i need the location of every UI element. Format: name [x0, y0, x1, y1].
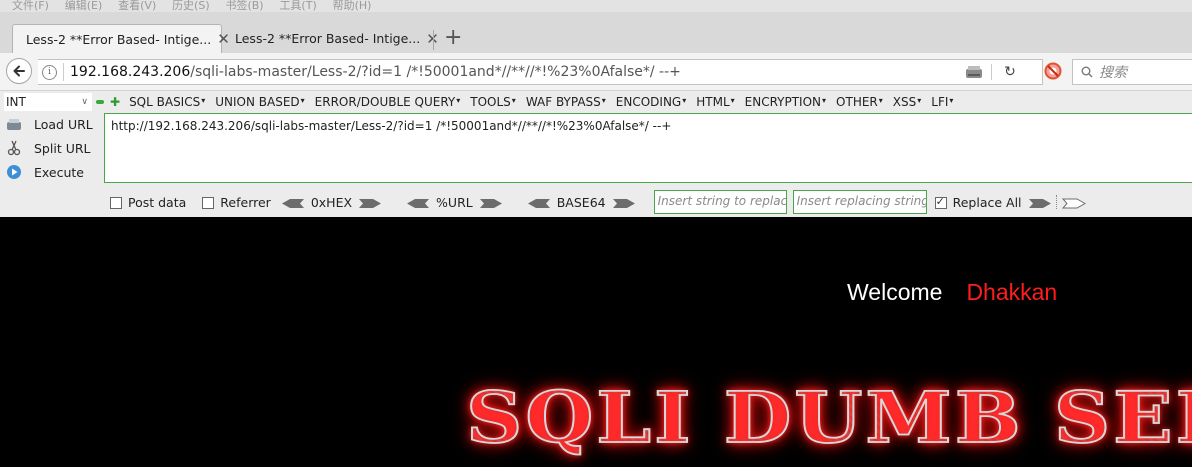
insert-string-input[interactable]: Insert string to replace: [653, 190, 787, 214]
page-action-icon[interactable]: [965, 64, 983, 80]
referrer-checkbox[interactable]: [202, 197, 215, 209]
load-url-label: Load URL: [34, 116, 93, 132]
menu-waf-bypass[interactable]: WAF BYPASS▾: [526, 95, 606, 109]
search-input[interactable]: 搜索: [1072, 59, 1192, 85]
search-placeholder: 搜索: [1099, 65, 1127, 81]
menu-lfi[interactable]: LFI▾: [931, 95, 953, 109]
hex-label: 0xHEX: [310, 194, 353, 210]
post-data-checkbox[interactable]: [110, 197, 122, 209]
url-textarea[interactable]: http://192.168.243.206/sqli-labs-master/…: [104, 113, 1192, 183]
replace-arrow-outline-icon[interactable]: [1061, 198, 1086, 209]
menu-tools[interactable]: TOOLS▾: [470, 95, 516, 109]
menu-bar: 文件(F) 编辑(E) 查看(V) 历史(S) 书签(B) 工具(T) 帮助(H…: [0, 0, 1192, 12]
new-tab-plus-icon[interactable]: +: [444, 26, 462, 50]
reload-icon[interactable]: ↻: [1000, 62, 1020, 82]
tab-inactive[interactable]: Less-2 **Error Based- Intige... ✕: [222, 24, 439, 53]
menu-tools[interactable]: 工具(T): [279, 0, 316, 11]
replace-arrow-icon[interactable]: [1028, 198, 1052, 209]
menu-history[interactable]: 历史(S): [172, 0, 210, 11]
chevron-down-icon: ∨: [81, 97, 88, 107]
page-content: Welcome Dhakkan SQLI DUMB SERIES: [0, 217, 1192, 467]
menu-sql-basics[interactable]: SQL BASICS▾: [129, 95, 205, 109]
tab-active[interactable]: Less-2 **Error Based- Intige... ✕: [12, 24, 230, 53]
load-url-button[interactable]: Load URL: [6, 113, 93, 135]
divider: [991, 64, 992, 80]
back-button[interactable]: [6, 58, 32, 84]
tab-strip: Less-2 **Error Based- Intige... ✕ Less-2…: [0, 12, 1192, 53]
address-tools: ↻: [965, 61, 1035, 83]
divider: [1055, 195, 1058, 209]
menu-xss[interactable]: XSS▾: [893, 95, 921, 109]
insert-replacing-input[interactable]: Insert replacing string: [792, 190, 927, 214]
arrow-left-icon: [13, 65, 25, 77]
execute-label: Execute: [34, 164, 84, 180]
tab-divider: [433, 30, 434, 50]
menu-file[interactable]: 文件(F): [12, 0, 49, 11]
welcome-text: Welcome: [847, 279, 943, 305]
url-host: 192.168.243.206: [70, 64, 191, 80]
tab-title: Less-2 **Error Based- Intige...: [235, 31, 421, 46]
menu-bookmarks[interactable]: 书签(B): [225, 0, 263, 11]
hackbar-menu: ✚ SQL BASICS▾ UNION BASED▾ ERROR/DOUBLE …: [96, 93, 963, 111]
minus-icon[interactable]: [96, 100, 104, 104]
url-text[interactable]: 192.168.243.206/sqli-labs-master/Less-2/…: [70, 64, 681, 80]
info-icon[interactable]: i: [42, 64, 57, 80]
menu-encoding[interactable]: ENCODING▾: [616, 95, 686, 109]
welcome-message: Welcome Dhakkan: [847, 279, 1057, 306]
url-decode-icon[interactable]: [406, 198, 430, 209]
menu-other[interactable]: OTHER▾: [836, 95, 883, 109]
hackbar-options: Post data Referrer 0xHEX %URL BASE64 Ins…: [110, 190, 1086, 214]
menu-encryption[interactable]: ENCRYPTION▾: [745, 95, 826, 109]
url-encode-label: %URL: [436, 194, 473, 210]
selected-type: INT: [6, 95, 26, 109]
split-url-button[interactable]: Split URL: [6, 137, 91, 159]
menu-html[interactable]: HTML▾: [696, 95, 734, 109]
scissors-icon: [7, 140, 21, 156]
search-icon: [1081, 66, 1093, 78]
load-icon: [7, 119, 21, 130]
hex-decode-icon[interactable]: [281, 198, 305, 209]
hackbar-panel: INT ∨ ✚ SQL BASICS▾ UNION BASED▾ ERROR/D…: [0, 91, 1192, 217]
hex-encode-icon[interactable]: [358, 198, 382, 209]
replace-all-label: Replace All: [952, 194, 1022, 210]
plus-icon[interactable]: ✚: [110, 95, 120, 109]
post-data-label: Post data: [128, 194, 187, 210]
menu-edit[interactable]: 编辑(E): [65, 0, 103, 11]
menu-error-double-query[interactable]: ERROR/DOUBLE QUERY▾: [315, 95, 461, 109]
address-bar[interactable]: i 192.168.243.206/sqli-labs-master/Less-…: [38, 59, 1043, 85]
menu-union-based[interactable]: UNION BASED▾: [215, 95, 304, 109]
user-name: Dhakkan: [966, 279, 1058, 305]
menu-help[interactable]: 帮助(H): [333, 0, 372, 11]
base64-decode-icon[interactable]: [527, 198, 551, 209]
referrer-label: Referrer: [220, 194, 271, 210]
block-icon[interactable]: [1044, 62, 1062, 80]
base64-encode-icon[interactable]: [612, 198, 636, 209]
url-path: /sqli-labs-master/Less-2/?id=1 /*!50001a…: [190, 64, 681, 80]
injection-type-select[interactable]: INT ∨: [4, 93, 92, 111]
tab-title: Less-2 **Error Based- Intige...: [26, 31, 212, 47]
menu-view[interactable]: 查看(V): [118, 0, 156, 11]
split-url-label: Split URL: [34, 140, 91, 156]
replace-all-checkbox[interactable]: [934, 195, 947, 209]
base64-label: BASE64: [556, 194, 606, 210]
site-banner: SQLI DUMB SERIES: [465, 376, 1192, 460]
play-icon: [7, 165, 21, 179]
divider: [63, 63, 64, 81]
navigation-bar: i 192.168.243.206/sqli-labs-master/Less-…: [0, 53, 1192, 91]
url-encode-icon[interactable]: [479, 198, 503, 209]
execute-button[interactable]: Execute: [6, 161, 84, 183]
